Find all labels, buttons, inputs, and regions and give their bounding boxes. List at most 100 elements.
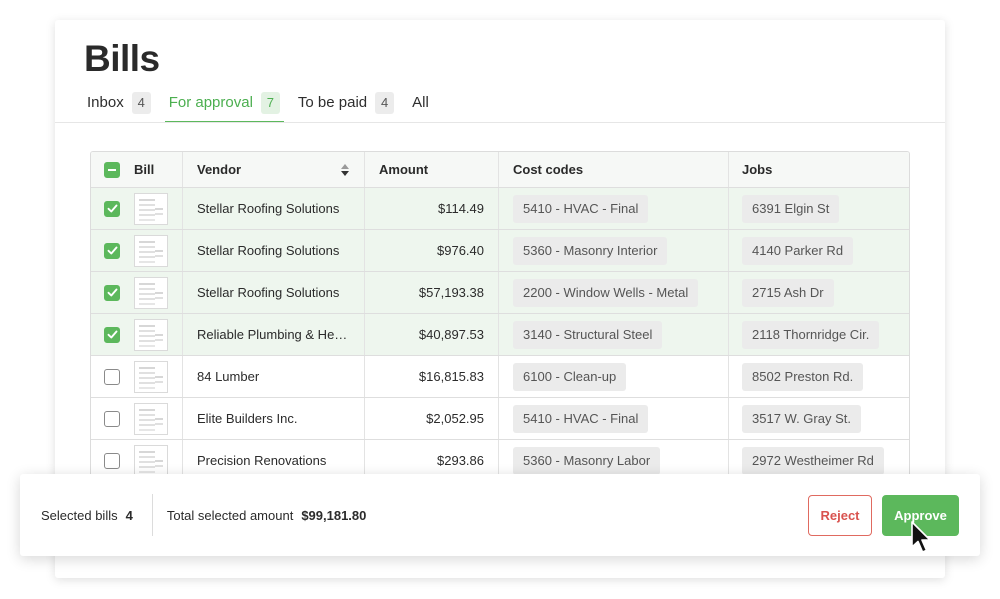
tab-bar: Inbox 4 For approval 7 To be paid 4 All <box>83 92 443 123</box>
job-cell: 6391 Elgin St <box>729 188 909 229</box>
table-header-row: Bill Vendor Amount Cost codes Jobs <box>91 152 909 188</box>
sort-icon[interactable] <box>340 163 350 177</box>
cost-code-chip: 3140 - Structural Steel <box>513 320 663 349</box>
cost-code-cell: 3140 - Structural Steel <box>499 314 729 355</box>
bill-thumbnail[interactable] <box>134 444 168 477</box>
header-vendor-label: Vendor <box>197 162 242 177</box>
amount-cell: $114.49 <box>365 188 499 229</box>
amount-cell: $40,897.53 <box>365 314 499 355</box>
table-row[interactable]: Elite Builders Inc. $2,052.95 5410 - HVAC … <box>91 398 909 440</box>
cost-code-cell: 6100 - Clean-up <box>499 356 729 397</box>
vendor-name: Elite Builders Inc. <box>197 411 298 426</box>
vendor-name: Stellar Roofing Solutions <box>197 285 340 300</box>
amount-value: $293.86 <box>437 453 484 468</box>
header-bill: Bill <box>91 152 183 187</box>
tabs-divider <box>55 122 945 123</box>
header-cost-codes-label: Cost codes <box>513 162 584 177</box>
table-row[interactable]: Reliable Plumbing & Heati... $40,897.53 31… <box>91 314 909 356</box>
job-cell: 8502 Preston Rd. <box>729 356 909 397</box>
vendor-cell: Stellar Roofing Solutions <box>183 230 365 271</box>
row-checkbox[interactable] <box>104 200 120 217</box>
row-checkbox[interactable] <box>104 410 120 427</box>
amount-cell: $57,193.38 <box>365 272 499 313</box>
cost-code-chip: 5360 - Masonry Interior <box>513 236 668 265</box>
cost-code-chip: 6100 - Clean-up <box>513 362 627 391</box>
vendor-cell: Reliable Plumbing & Heati... <box>183 314 365 355</box>
cost-code-chip: 5410 - HVAC - Final <box>513 404 649 433</box>
header-amount: Amount <box>365 152 499 187</box>
bill-cell <box>91 272 183 313</box>
tab-count-badge: 4 <box>375 92 395 114</box>
tab-for-approval[interactable]: For approval 7 <box>164 92 285 123</box>
vendor-cell: 84 Lumber <box>183 356 365 397</box>
amount-value: $114.49 <box>437 201 484 216</box>
bill-thumbnail[interactable] <box>134 276 168 309</box>
job-chip: 8502 Preston Rd. <box>742 362 864 391</box>
bill-thumbnail[interactable] <box>134 234 168 267</box>
amount-value: $976.40 <box>437 243 484 258</box>
tab-all[interactable]: All <box>408 92 433 123</box>
job-cell: 2118 Thornridge Cir. <box>729 314 909 355</box>
tab-label: For approval <box>168 94 253 111</box>
cost-code-cell: 5410 - HVAC - Final <box>499 398 729 439</box>
row-checkbox[interactable] <box>104 326 120 343</box>
amount-value: $2,052.95 <box>426 411 484 426</box>
selected-bills-count: 4 <box>125 507 133 523</box>
vendor-name: Stellar Roofing Solutions <box>197 201 340 216</box>
bill-thumbnail[interactable] <box>134 192 168 225</box>
vendor-name: Precision Renovations <box>197 453 327 468</box>
vendor-cell: Elite Builders Inc. <box>183 398 365 439</box>
cost-code-chip: 5360 - Masonry Labor <box>513 446 661 475</box>
job-chip: 2972 Westheimer Rd <box>742 446 884 475</box>
selection-action-bar: Selected bills 4 Total selected amount $… <box>20 474 980 556</box>
job-chip: 3517 W. Gray St. <box>742 404 861 433</box>
cost-code-chip: 2200 - Window Wells - Metal <box>513 278 699 307</box>
job-chip: 4140 Parker Rd <box>742 236 854 265</box>
select-all-checkbox[interactable] <box>104 161 120 178</box>
row-checkbox[interactable] <box>104 242 120 259</box>
tab-label: Inbox <box>87 94 124 111</box>
bills-table: Bill Vendor Amount Cost codes Jobs Stell… <box>90 151 910 483</box>
vendor-name: 84 Lumber <box>197 369 260 384</box>
bill-cell <box>91 398 183 439</box>
bill-cell <box>91 356 183 397</box>
cost-code-cell: 5410 - HVAC - Final <box>499 188 729 229</box>
row-checkbox[interactable] <box>104 284 120 301</box>
header-vendor[interactable]: Vendor <box>183 152 365 187</box>
tab-label: To be paid <box>297 94 368 111</box>
bill-thumbnail[interactable] <box>134 318 168 351</box>
tab-count-badge: 7 <box>260 92 280 114</box>
amount-cell: $2,052.95 <box>365 398 499 439</box>
bill-thumbnail[interactable] <box>134 360 168 393</box>
cost-code-cell: 2200 - Window Wells - Metal <box>499 272 729 313</box>
footer-divider <box>151 494 153 536</box>
job-cell: 2715 Ash Dr <box>729 272 909 313</box>
tab-inbox[interactable]: Inbox 4 <box>83 92 155 123</box>
job-cell: 3517 W. Gray St. <box>729 398 909 439</box>
mouse-pointer-icon <box>911 521 931 553</box>
job-chip: 6391 Elgin St <box>742 194 840 223</box>
amount-value: $40,897.53 <box>418 327 484 342</box>
bill-cell <box>91 230 183 271</box>
bill-cell <box>91 314 183 355</box>
selected-bills-label: Selected bills <box>41 507 118 523</box>
page-title: Bills <box>84 38 160 79</box>
amount-cell: $976.40 <box>365 230 499 271</box>
job-cell: 4140 Parker Rd <box>729 230 909 271</box>
row-checkbox[interactable] <box>104 368 120 385</box>
table-row[interactable]: Stellar Roofing Solutions $976.40 5360 - M… <box>91 230 909 272</box>
tab-to-be-paid[interactable]: To be paid 4 <box>294 92 398 123</box>
vendor-cell: Stellar Roofing Solutions <box>183 188 365 229</box>
table-row[interactable]: Stellar Roofing Solutions $57,193.38 2200 … <box>91 272 909 314</box>
reject-button[interactable]: Reject <box>808 494 872 536</box>
row-checkbox[interactable] <box>104 452 120 469</box>
amount-value: $57,193.38 <box>418 285 484 300</box>
cost-code-chip: 5410 - HVAC - Final <box>513 194 649 223</box>
table-row[interactable]: 84 Lumber $16,815.83 6100 - Clean-up 8502 P… <box>91 356 909 398</box>
amount-value: $16,815.83 <box>418 369 484 384</box>
tab-count-badge: 4 <box>131 92 151 114</box>
header-amount-label: Amount <box>379 162 429 177</box>
table-row[interactable]: Stellar Roofing Solutions $114.49 5410 - H… <box>91 188 909 230</box>
job-chip: 2715 Ash Dr <box>742 278 834 307</box>
bill-thumbnail[interactable] <box>134 402 168 435</box>
